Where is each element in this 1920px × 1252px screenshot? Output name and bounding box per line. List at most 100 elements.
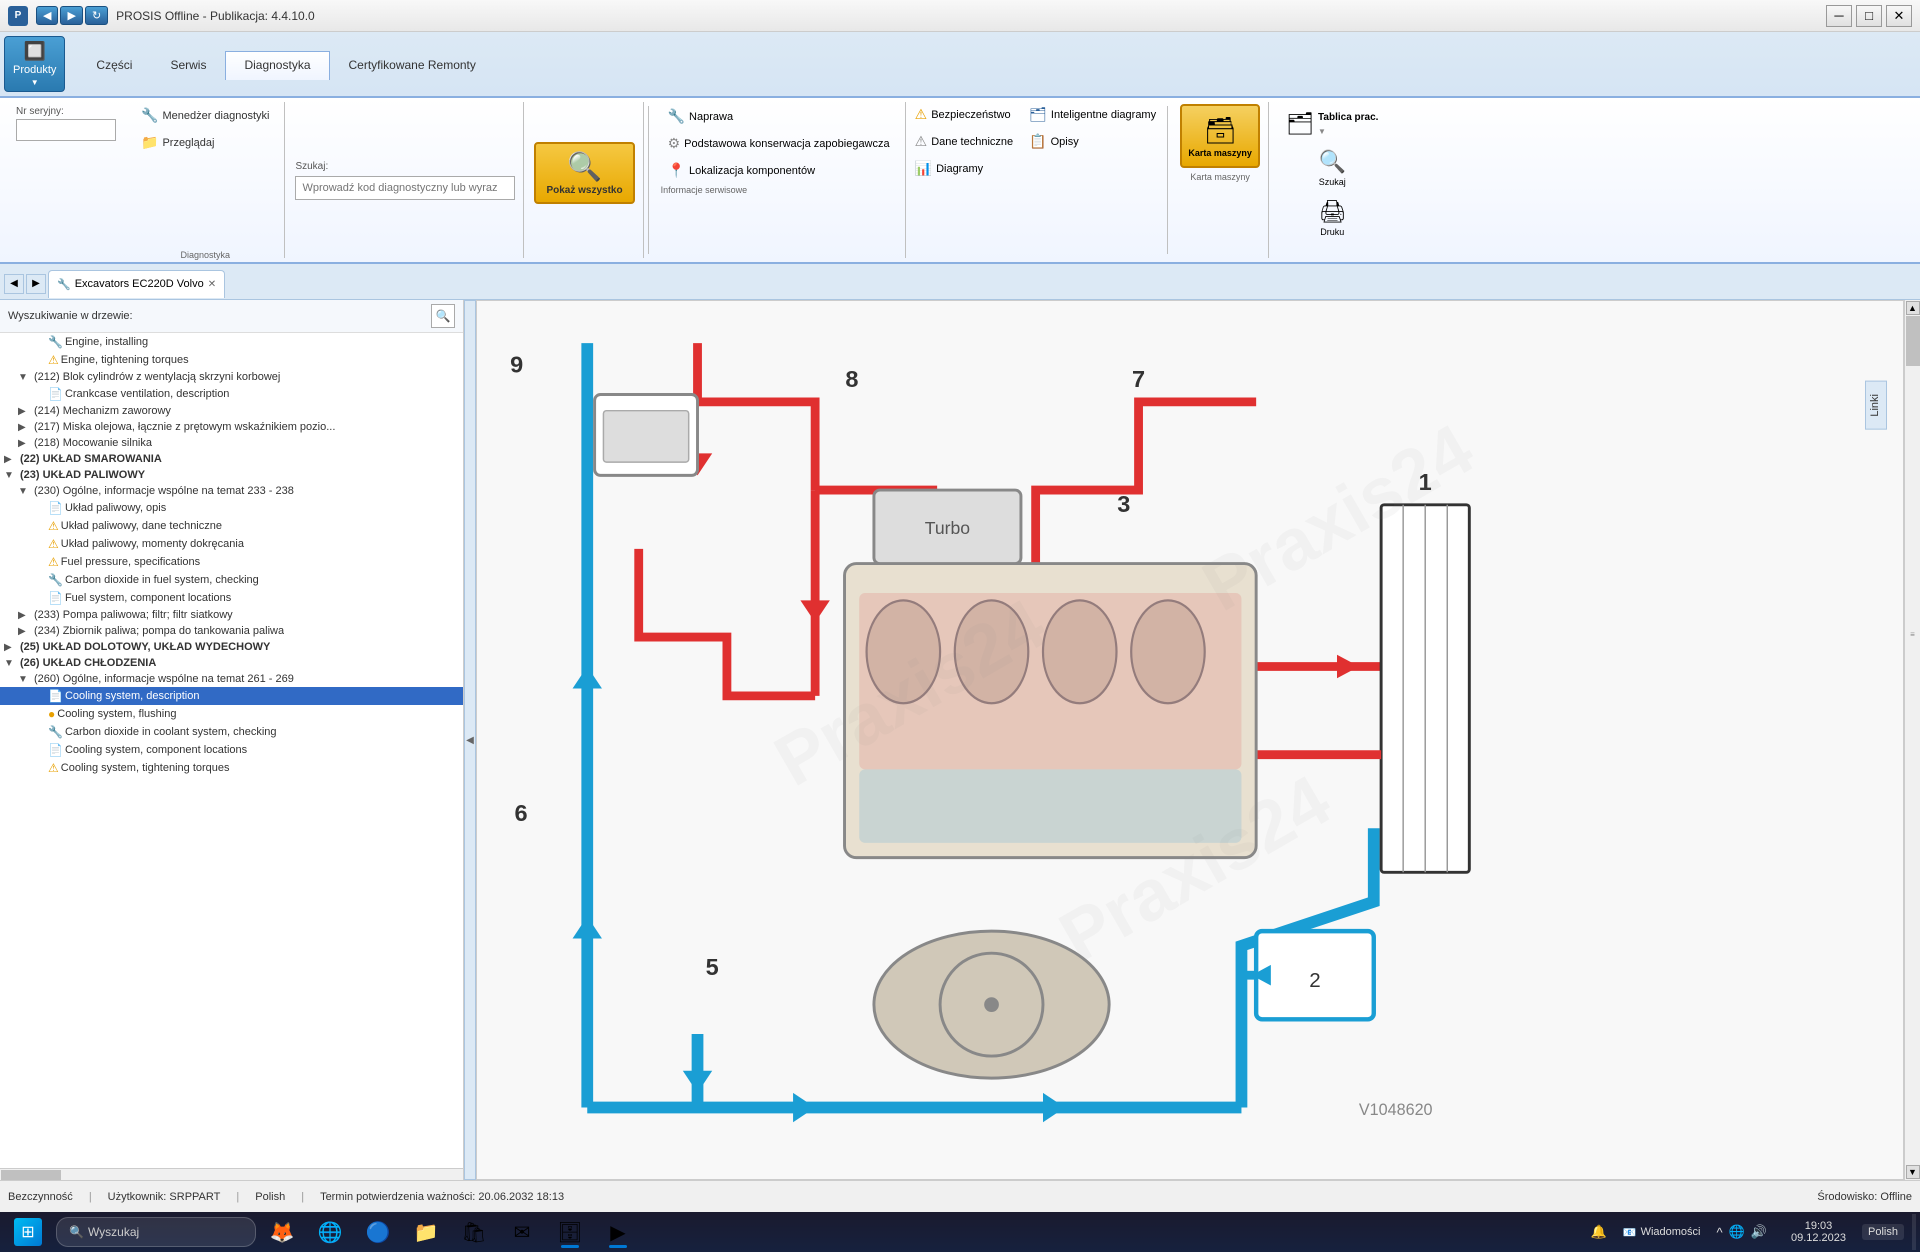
store-icon: 🛍 [461,1220,486,1245]
tree-item-label: (217) Miska olejowa, łącznie z prętowym … [34,421,335,433]
show-all-button[interactable]: 🔍 Pokaż wszystko [534,142,634,204]
taskbar-app-store[interactable]: 🛍 [452,1214,496,1250]
taskbar-app-files[interactable]: 📁 [404,1214,448,1250]
diagnostic-search-input[interactable] [295,176,515,200]
tree-item-fuel-torques[interactable]: ⚠ Układ paliwowy, momenty dokręcania [0,535,463,553]
tree-item-214[interactable]: ▶ (214) Mechanizm zaworowy [0,403,463,419]
taskbar-search-input[interactable]: 🔍 Wyszukaj [56,1217,256,1247]
products-button[interactable]: 🔲 Produkty ▼ [4,36,65,92]
tree-item-cooling-flush[interactable]: ● Cooling system, flushing [0,705,463,723]
tree-item-fuel-desc[interactable]: 📄 Układ paliwowy, opis [0,499,463,517]
tree-item-label: Układ paliwowy, momenty dokręcania [61,538,244,550]
panel-collapse-handle[interactable]: ◀ [464,300,476,1180]
doc-tab-excavators[interactable]: 🔧 Excavators EC220D Volvo ✕ [48,270,225,298]
tab-diagnostyka[interactable]: Diagnostyka [225,51,329,80]
taskbar-app-chrome[interactable]: 🔵 [356,1214,400,1250]
tab-prev-arrow[interactable]: ◀ [4,274,24,294]
tree-item-233[interactable]: ▶ (233) Pompa paliwowa; filtr; filtr sia… [0,607,463,623]
tree-item-212[interactable]: ▼ (212) Blok cylindrów z wentylacją skrz… [0,369,463,385]
tree-item-260[interactable]: ▼ (260) Ogólne, informacje wspólne na te… [0,671,463,687]
svg-text:V1048620: V1048620 [1359,1101,1433,1119]
network-icon[interactable]: 🌐 [1729,1224,1745,1240]
show-desktop-button[interactable] [1912,1214,1916,1250]
expand-icon: ▼ [4,470,18,481]
tree-item-234[interactable]: ▶ (234) Zbiornik paliwa; pompa do tankow… [0,623,463,639]
tree-item-cooling-desc[interactable]: 📄 Cooling system, description [0,687,463,705]
tree-item-fuel-components[interactable]: 📄 Fuel system, component locations [0,589,463,607]
tree-item-engine-installing[interactable]: 🔧 Engine, installing [0,333,463,351]
v-scroll-up-button[interactable]: ▲ [1906,301,1920,315]
tree-item-230[interactable]: ▼ (230) Ogólne, informacje wspólne na te… [0,483,463,499]
tree-item-cooling-locations[interactable]: 📄 Cooling system, component locations [0,741,463,759]
tree-item-fuel-data[interactable]: ⚠ Układ paliwowy, dane techniczne [0,517,463,535]
taskbar-app-edge[interactable]: 🌐 [308,1214,352,1250]
volume-icon[interactable]: 🔊 [1751,1224,1767,1240]
app-active-indicator [561,1245,579,1248]
karta-maszyny-button[interactable]: 🗃 Karta maszyny [1180,104,1260,168]
taskbar-app-mail[interactable]: ✉ [500,1214,544,1250]
tree-item-fuel-pressure[interactable]: ⚠ Fuel pressure, specifications [0,553,463,571]
back-button[interactable]: ◀ [36,6,58,25]
tree-item-label: (25) UKŁAD DOLOTOWY, UKŁAD WYDECHOWY [20,641,270,653]
side-tab-linki[interactable]: Linki [1865,381,1887,430]
tree-item-crankcase[interactable]: 📄 Crankcase ventilation, description [0,385,463,403]
tree-item-engine-torques[interactable]: ⚠ Engine, tightening torques [0,351,463,369]
tree-item-co2-fuel[interactable]: 🔧 Carbon dioxide in fuel system, checkin… [0,571,463,589]
drukuj-button[interactable]: 🖨 Druku [1275,194,1389,242]
konserwacja-button[interactable]: ⚙ Podstawowa konserwacja zapobiegawcza [661,131,897,156]
tree-item-label: Układ paliwowy, opis [65,502,166,514]
tree-item-218[interactable]: ▶ (218) Mocowanie silnika [0,435,463,451]
inteligentne-button[interactable]: 🗂 Inteligentne diagramy [1022,102,1163,127]
close-button[interactable]: ✕ [1886,5,1912,27]
tree-item-25[interactable]: ▶ (25) UKŁAD DOLOTOWY, UKŁAD WYDECHOWY [0,639,463,655]
tree-item-label: (230) Ogólne, informacje wspólne na tema… [34,485,294,497]
opisy-button[interactable]: 📋 Opisy [1022,129,1163,154]
tab-czesci[interactable]: Części [77,51,151,78]
tree-item-26[interactable]: ▼ (26) UKŁAD CHŁODZENIA [0,655,463,671]
chevron-icon[interactable]: ^ [1716,1225,1722,1240]
refresh-button[interactable]: ↻ [85,6,108,25]
maximize-button[interactable]: □ [1856,5,1882,27]
doc-tab-close-button[interactable]: ✕ [208,279,216,290]
tree-item-co2-coolant[interactable]: 🔧 Carbon dioxide in coolant system, chec… [0,723,463,741]
serial-input[interactable] [16,119,116,141]
tree-item-cooling-torques[interactable]: ⚠ Cooling system, tightening torques [0,759,463,777]
lokalizacja-button[interactable]: 📍 Lokalizacja komponentów [661,158,822,183]
bezpieczenstwo-button[interactable]: ⚠ Bezpieczeństwo [908,102,1021,127]
tree-item-label: (214) Mechanizm zaworowy [34,405,171,417]
tree-item-217[interactable]: ▶ (217) Miska olejowa, łącznie z prętowy… [0,419,463,435]
tree-search-button[interactable]: 🔍 [431,304,455,328]
wrench-icon: 🔧 [48,573,63,587]
tree-item-22[interactable]: ▶ (22) UKŁAD SMAROWANIA [0,451,463,467]
tablica-button[interactable]: 🗂 Tablica prac. ▼ [1275,106,1389,142]
v-scroll-thumb[interactable] [1906,316,1920,366]
diagramy-button[interactable]: 📊 Diagramy [908,156,1021,181]
taskbar-app-explorer[interactable]: 🦊 [260,1214,304,1250]
folder-icon: 📁 [414,1220,439,1245]
h-scroll-thumb[interactable] [1,1170,61,1180]
windows-notifications-icon[interactable]: 🔔 [1591,1224,1607,1240]
taskbar-app-prosis[interactable]: ▶ [596,1214,640,1250]
v-scroll-down-button[interactable]: ▼ [1906,1165,1920,1179]
diagram-v-scrollbar[interactable]: ▲ ≡ ▼ [1904,300,1920,1180]
language-indicator[interactable]: Polish [1862,1224,1904,1240]
taskbar-clock[interactable]: 19:03 09.12.2023 [1783,1220,1854,1244]
szukaj-ribbon-button[interactable]: 🔍 Szukaj [1275,144,1389,192]
svg-text:7: 7 [1132,366,1145,392]
tab-serwis[interactable]: Serwis [151,51,225,78]
tree-item-23[interactable]: ▼ (23) UKŁAD PALIWOWY [0,467,463,483]
dane-button[interactable]: ⚠ Dane techniczne [908,129,1021,154]
minimize-button[interactable]: ─ [1826,5,1852,27]
tree-h-scrollbar[interactable] [0,1168,463,1180]
tree-scroll-area[interactable]: 🔧 Engine, installing ⚠ Engine, tightenin… [0,333,463,1168]
tab-certyfikowane[interactable]: Certyfikowane Remonty [330,51,495,78]
forward-button[interactable]: ▶ [60,6,82,25]
notifications-area[interactable]: 📧 Wiadomości [1623,1226,1701,1239]
start-button[interactable]: ⊞ [4,1214,52,1250]
tab-next-arrow[interactable]: ▶ [26,274,46,294]
naprawa-button[interactable]: 🔧 Naprawa [661,104,740,129]
manager-button[interactable]: 🔧 Menedżer diagnostyki [134,104,276,127]
taskbar-app-db[interactable]: 🗄 [548,1214,592,1250]
status-divider-3: | [301,1191,304,1203]
browse-button[interactable]: 📁 Przeglądaj [134,131,221,154]
